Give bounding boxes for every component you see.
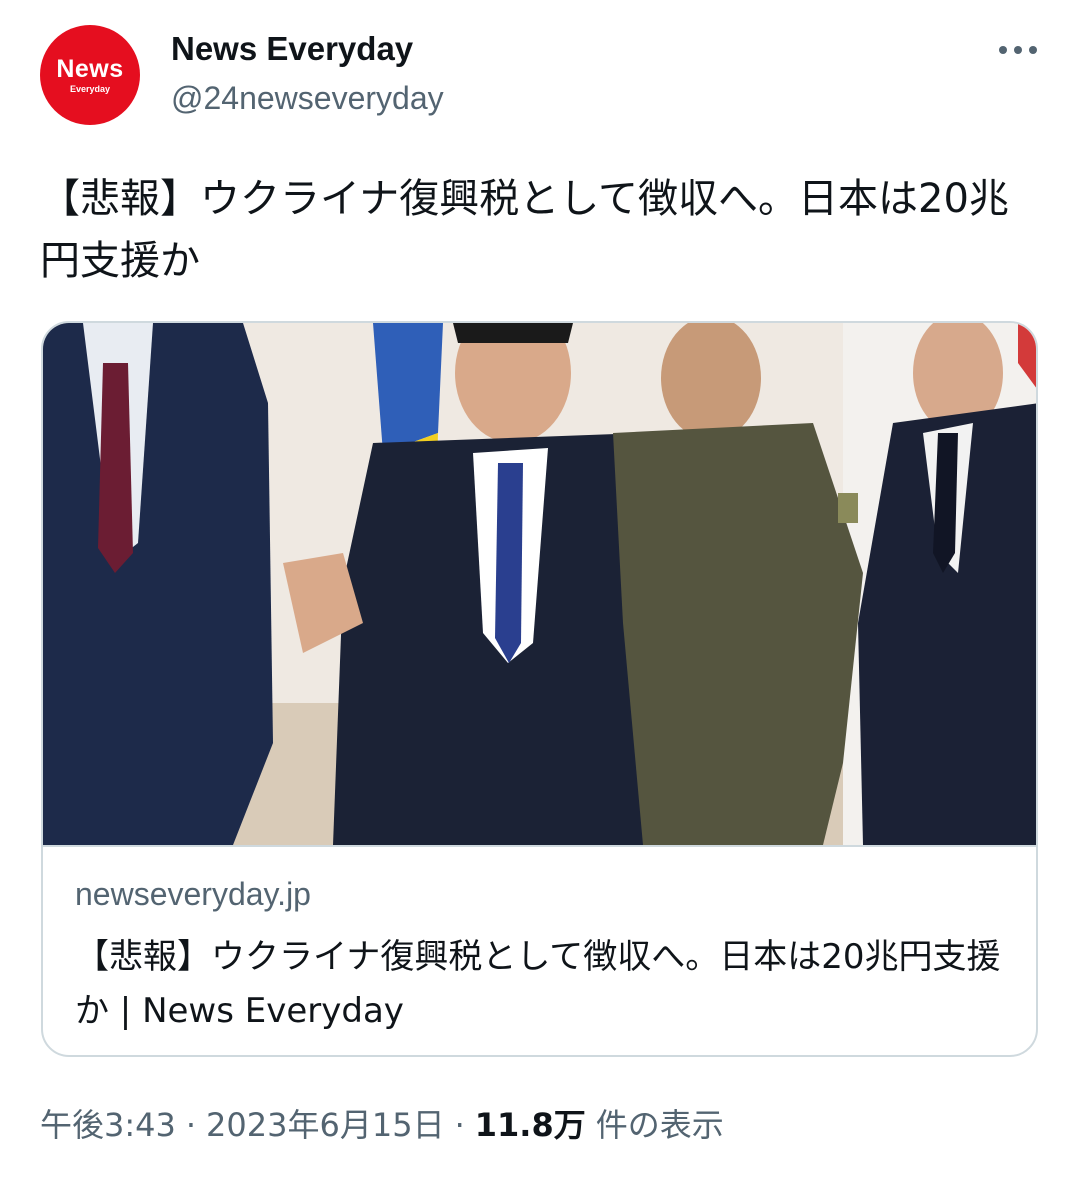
display-name[interactable]: News Everyday	[171, 30, 413, 68]
tweet-text: 【悲報】ウクライナ復興税として徴収へ。日本は20兆円支援か	[40, 176, 1009, 284]
more-options-button[interactable]	[992, 30, 1044, 70]
card-image[interactable]	[43, 323, 1038, 845]
views-label: 件の表示	[595, 1106, 724, 1144]
avatar-logo-subtext: Everyday	[69, 84, 111, 94]
link-card[interactable]: newseveryday.jp 【悲報】ウクライナ復興税として徴収へ。日本は20…	[41, 321, 1038, 1057]
avatar[interactable]: News Everyday	[40, 25, 140, 125]
user-handle[interactable]: @24newseveryday	[171, 80, 444, 117]
card-domain[interactable]: newseveryday.jp	[75, 876, 311, 913]
card-divider	[43, 845, 1036, 847]
tweet: News Everyday News Everyday @24newsevery…	[0, 0, 1080, 1183]
avatar-logo-text: News	[56, 55, 124, 83]
tweet-time[interactable]: 午後3:43	[40, 1100, 176, 1146]
views-count: 11.8万	[474, 1106, 586, 1144]
more-horizontal-icon	[999, 46, 1037, 54]
meta-separator: ·	[454, 1106, 465, 1144]
tweet-date[interactable]: 2023年6月15日	[206, 1100, 445, 1146]
card-title[interactable]: 【悲報】ウクライナ復興税として徴収へ。日本は20兆円支援か | News Eve…	[75, 930, 1005, 1038]
tweet-meta: 午後3:43 · 2023年6月15日 · 11.8万 件の表示	[40, 1100, 724, 1146]
meta-separator: ·	[185, 1106, 197, 1144]
